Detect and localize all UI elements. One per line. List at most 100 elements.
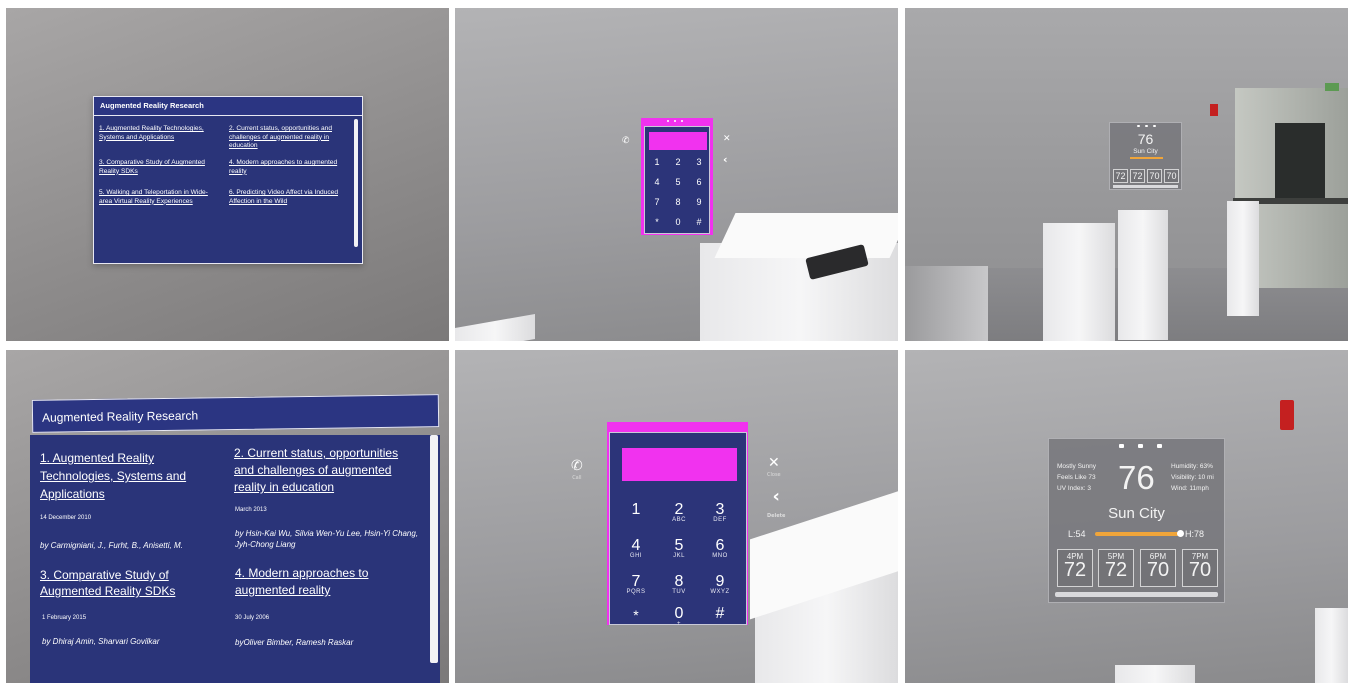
ar-research-header: Augmented Reality Research (93, 96, 363, 116)
ar-research-scrollbar[interactable] (430, 435, 438, 663)
ar-research-scrollbar[interactable] (354, 119, 358, 247)
back-caption: Delete (767, 513, 786, 519)
grab-dot (674, 120, 676, 122)
hour-temp: 70 (1188, 559, 1212, 581)
close-icon[interactable]: ✕ (723, 134, 731, 144)
temperature-range-bar (1130, 157, 1163, 159)
low-temp: L:54 (1068, 529, 1086, 539)
dialer-number-display[interactable] (622, 448, 737, 481)
temperature-now: 76 (1137, 131, 1154, 147)
paper-link-2[interactable]: 2. Current status, opportunities and cha… (234, 445, 414, 496)
key-letters: DEF (713, 517, 727, 523)
key-7[interactable]: 7 PQRS (618, 573, 654, 595)
key-digit: 5 (674, 537, 684, 554)
close-icon[interactable]: ✕ Close (767, 455, 781, 478)
weather-scrollbar[interactable] (1055, 592, 1218, 597)
key-4[interactable]: 4 GHI (618, 537, 654, 559)
key-3[interactable]: 3 (691, 157, 707, 167)
dialer-grab-dots[interactable] (667, 120, 683, 122)
grab-dot (1157, 444, 1162, 448)
paper-link-2[interactable]: 2. Current status, opportunities and cha… (229, 125, 354, 151)
hourly-4pm: 4PM 72 (1057, 549, 1093, 587)
scene-dialer-far: 1 2 3 4 5 6 7 8 9 * 0 # ✆ ✕ ‹ (455, 8, 898, 341)
ar-research-list: 1. Augmented Reality Technologies, Syste… (30, 435, 440, 683)
ar-research-panel-large: Augmented Reality Research 1. Augmented … (30, 394, 440, 683)
paper-link-4[interactable]: 4. Modern approaches to augmented realit… (235, 565, 405, 599)
key-2[interactable]: 2 ABC (661, 501, 697, 523)
close-caption: Close (767, 472, 781, 478)
key-star[interactable]: * (618, 607, 654, 623)
key-1[interactable]: 1 (649, 157, 665, 167)
grab-dot (1153, 125, 1156, 127)
key-1[interactable]: 1 (618, 501, 654, 519)
key-9[interactable]: 9 (691, 197, 707, 207)
pedestal (905, 266, 988, 341)
key-star[interactable]: * (649, 217, 665, 227)
key-6[interactable]: 6 (691, 177, 707, 187)
paper-link-4[interactable]: 4. Modern approaches to augmented realit… (229, 159, 354, 176)
paper-link-6[interactable]: 6. Predicting Video Affect via Induced A… (229, 189, 354, 206)
key-digit: 4 (631, 537, 641, 554)
pedestal (1115, 665, 1195, 683)
scene-weather-far: 76 Sun City 72 72 70 70 (905, 8, 1348, 341)
grab-dot (667, 120, 669, 122)
visibility-text: Visibility: 10 mi (1171, 474, 1214, 481)
key-0[interactable]: 0 + (661, 605, 697, 627)
key-4[interactable]: 4 (649, 177, 665, 187)
temperature-now: 76 (1118, 459, 1155, 496)
paper-authors-1: by Carmigniani, J., Furht, B., Anisetti,… (40, 541, 183, 550)
paper-authors-2: by Hsin-Kai Wu, Silvia Wen-Yu Lee, Hsin-… (235, 529, 419, 549)
weather-widget-small: 76 Sun City 72 72 70 70 (1109, 122, 1182, 190)
key-8[interactable]: 8 (670, 197, 686, 207)
key-5[interactable]: 5 JKL (661, 537, 697, 559)
hour-temp: 72 (1104, 559, 1128, 581)
key-letters: ABC (672, 517, 686, 523)
ar-research-title: Augmented Reality Research (41, 408, 199, 425)
paper-authors-3: by Dhiraj Amin, Sharvari Govilkar (42, 637, 160, 646)
paper-date-3: 1 February 2015 (42, 615, 87, 621)
paper-link-3[interactable]: 3. Comparative Study of Augmented Realit… (99, 159, 217, 176)
key-digit: 9 (715, 573, 725, 590)
key-letters: + (676, 621, 681, 627)
key-8[interactable]: 8 TUV (661, 573, 697, 595)
key-5[interactable]: 5 (670, 177, 686, 187)
key-3[interactable]: 3 DEF (702, 501, 738, 523)
key-hash[interactable]: # (702, 605, 738, 623)
pedestal (1315, 608, 1348, 683)
dark-door (1275, 123, 1325, 203)
weather-grab-dots[interactable] (1137, 125, 1156, 127)
exit-sign (1325, 83, 1339, 91)
dialer-number-display[interactable] (649, 132, 707, 150)
backspace-chevron-icon[interactable]: ‹ (723, 153, 728, 166)
dialer-panel: 1 2 3 4 5 6 7 8 9 * 0 # (641, 118, 713, 235)
key-0[interactable]: 0 (670, 217, 686, 227)
key-hash[interactable]: # (691, 217, 707, 227)
key-6[interactable]: 6 MNO (702, 537, 738, 559)
weather-grab-dots[interactable] (1119, 444, 1162, 448)
pedestal (1227, 201, 1259, 316)
key-digit: 6 (715, 537, 725, 554)
key-7[interactable]: 7 (649, 197, 665, 207)
scene-dialer-close: 1 2 ABC 3 DEF 4 GHI 5 JKL 6 MNO 7 PQRS 8 TUV 9W… (455, 350, 898, 683)
weather-widget: Mostly Sunny Feels Like 73 UV Index: 3 7… (1048, 438, 1225, 603)
paper-link-1[interactable]: 1. Augmented Reality Technologies, Syste… (40, 449, 210, 503)
backspace-chevron-icon[interactable]: ‹ Delete (767, 488, 785, 525)
hourly-5pm: 5PM 72 (1098, 549, 1134, 587)
paper-link-5[interactable]: 5. Walking and Teleportation in Wide-are… (99, 189, 221, 206)
dialer-keypad-area: 1 2 ABC 3 DEF 4 GHI 5 JKL 6 MNO 7 PQRS 8 TUV 9W… (609, 432, 747, 627)
phone-icon[interactable]: ✆ (622, 136, 630, 146)
phone-icon[interactable]: ✆ Call (571, 458, 583, 481)
wind-text: Wind: 11mph (1171, 485, 1209, 492)
pedestal-top (714, 213, 898, 258)
key-letters: PQRS (626, 589, 646, 595)
high-temp: H:78 (1185, 529, 1205, 539)
hourly-temp-4pm: 72 (1113, 169, 1128, 183)
paper-link-3[interactable]: 3. Comparative Study of Augmented Realit… (40, 567, 210, 599)
key-9[interactable]: 9 WXYZ (702, 573, 738, 595)
key-letters: TUV (672, 589, 686, 595)
key-2[interactable]: 2 (670, 157, 686, 167)
paper-link-1[interactable]: 1. Augmented Reality Technologies, Syste… (99, 125, 217, 142)
grab-dot (1138, 444, 1143, 448)
key-digit: # (715, 605, 725, 622)
weather-scrollbar[interactable] (1113, 185, 1178, 188)
